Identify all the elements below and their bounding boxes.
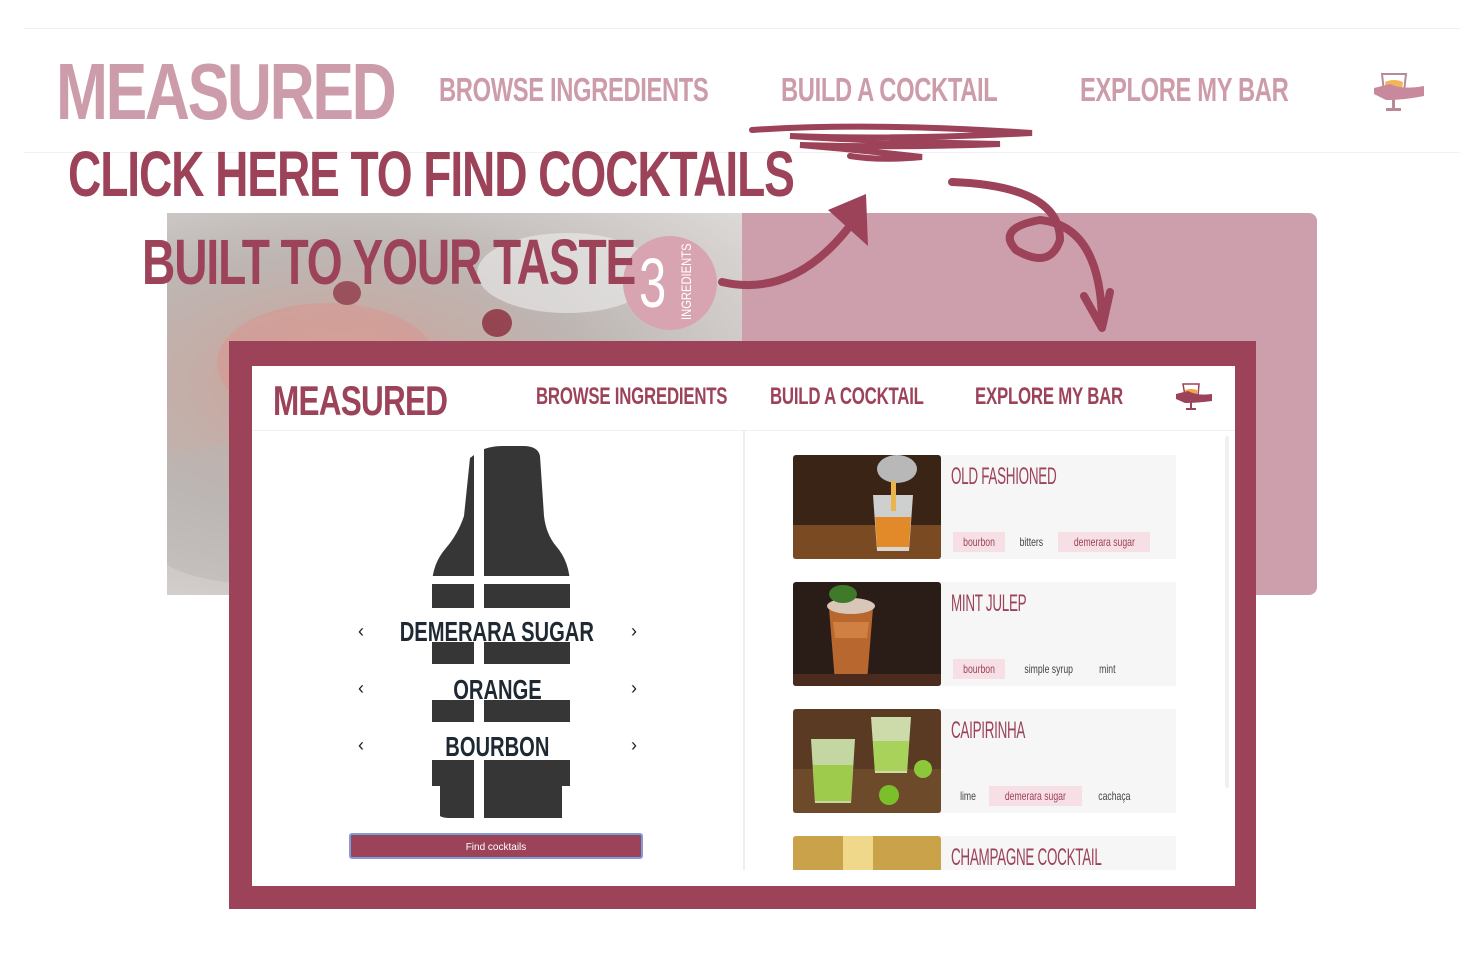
cocktail-card[interactable]: OLD FASHIONED bourbon bitters demerara s… xyxy=(793,455,1176,559)
results-scrollbar[interactable] xyxy=(1225,436,1229,788)
tag-matched: demerara sugar xyxy=(989,786,1082,806)
bg-nav-build-a-cocktail[interactable]: BUILD A COCKTAIL xyxy=(781,70,998,110)
cocktail-title[interactable]: CHAMPAGNE COCKTAIL xyxy=(951,844,1102,870)
nav-build-a-cocktail[interactable]: BUILD A COCKTAIL xyxy=(770,383,924,411)
ingredients-badge-word: INGREDIENTS xyxy=(678,243,694,320)
tag: lime xyxy=(953,786,983,806)
underline-brush xyxy=(749,123,1033,162)
app-window: MEASURED BROWSE INGREDIENTS BUILD A COCK… xyxy=(252,366,1235,886)
bg-nav-browse-ingredients[interactable]: BROWSE INGREDIENTS xyxy=(439,70,709,110)
tag: mint xyxy=(1092,659,1123,679)
ingredient-slot-1-label: DEMERARA SUGAR xyxy=(399,616,595,647)
app-logo[interactable]: MEASURED xyxy=(273,380,448,422)
cocktail-title[interactable]: MINT JULEP xyxy=(951,590,1027,618)
ingredient-slot-3-label: BOURBON xyxy=(444,731,550,762)
tag-label: simple syrup xyxy=(1024,662,1073,676)
slot-3-next-icon[interactable]: › xyxy=(624,735,644,756)
panel-divider xyxy=(743,430,745,870)
find-cocktails-button[interactable]: Find cocktails xyxy=(349,833,643,859)
cocktail-card[interactable]: MINT JULEP bourbon simple syrup mint xyxy=(793,582,1176,686)
ingredient-slot-2-label: ORANGE xyxy=(452,674,542,705)
ingredient-slot-3: BOURBON xyxy=(352,731,642,763)
cocktail-card[interactable]: CAIPIRINHA lime demerara sugar cachaça xyxy=(793,709,1176,813)
slot-1-prev-icon[interactable]: ‹ xyxy=(351,621,371,642)
cocktail-title[interactable]: CAIPIRINHA xyxy=(951,717,1025,745)
ingredients-badge-number: 3 xyxy=(639,244,667,322)
slot-2-prev-icon[interactable]: ‹ xyxy=(351,678,371,699)
app-header: MEASURED BROWSE INGREDIENTS BUILD A COCK… xyxy=(252,366,1235,431)
ingredient-tags: bourbon bitters demerara sugar xyxy=(953,532,1151,552)
tag-label: bourbon xyxy=(963,535,995,549)
bg-top-divider xyxy=(24,28,1460,29)
slot-2-next-icon[interactable]: › xyxy=(624,678,644,699)
tag-label: mint xyxy=(1099,662,1116,676)
ingredient-tags: bourbon simple syrup mint xyxy=(953,659,1123,679)
tag-matched: demerara sugar xyxy=(1057,532,1151,552)
tag-label: demerara sugar xyxy=(1004,789,1066,803)
nav-explore-my-bar[interactable]: EXPLORE MY BAR xyxy=(975,383,1123,411)
cocktail-title[interactable]: OLD FASHIONED xyxy=(951,463,1057,491)
tag-label: lime xyxy=(960,789,976,803)
annotation-click-here: CLICK HERE TO FIND COCKTAILS xyxy=(68,138,795,210)
tag-label: cachaça xyxy=(1097,789,1131,803)
tag-label: bourbon xyxy=(963,662,995,676)
tag: cachaça xyxy=(1088,786,1141,806)
tag-matched: bourbon xyxy=(953,532,1006,552)
tag: bitters xyxy=(1011,532,1052,552)
tag-matched: bourbon xyxy=(953,659,1006,679)
ingredient-slot-1: DEMERARA SUGAR xyxy=(352,616,642,648)
bg-nav-explore-my-bar[interactable]: EXPLORE MY BAR xyxy=(1080,70,1289,110)
glass-bar-icon[interactable] xyxy=(1175,382,1213,414)
old-fashioned-photo xyxy=(793,455,941,559)
tag-label: bitters xyxy=(1019,535,1044,549)
champagne-cocktail-photo xyxy=(793,836,941,870)
slot-1-next-icon[interactable]: › xyxy=(624,621,644,642)
annotation-built-to-taste: BUILT TO YOUR TASTE xyxy=(142,226,636,298)
caipirinha-photo xyxy=(793,709,941,813)
bg-logo[interactable]: MEASURED xyxy=(56,52,397,132)
ingredient-tags: lime demerara sugar cachaça xyxy=(953,786,1140,806)
cocktail-card[interactable]: CHAMPAGNE COCKTAIL xyxy=(793,836,1176,870)
mint-julep-photo xyxy=(793,582,941,686)
nav-browse-ingredients[interactable]: BROWSE INGREDIENTS xyxy=(536,383,728,411)
ingredient-slot-2: ORANGE xyxy=(352,674,642,706)
ingredients-badge xyxy=(623,236,717,330)
tag-label: demerara sugar xyxy=(1073,535,1135,549)
tag: simple syrup xyxy=(1011,659,1086,679)
slot-3-prev-icon[interactable]: ‹ xyxy=(351,735,371,756)
glass-bar-icon[interactable] xyxy=(1372,70,1428,116)
